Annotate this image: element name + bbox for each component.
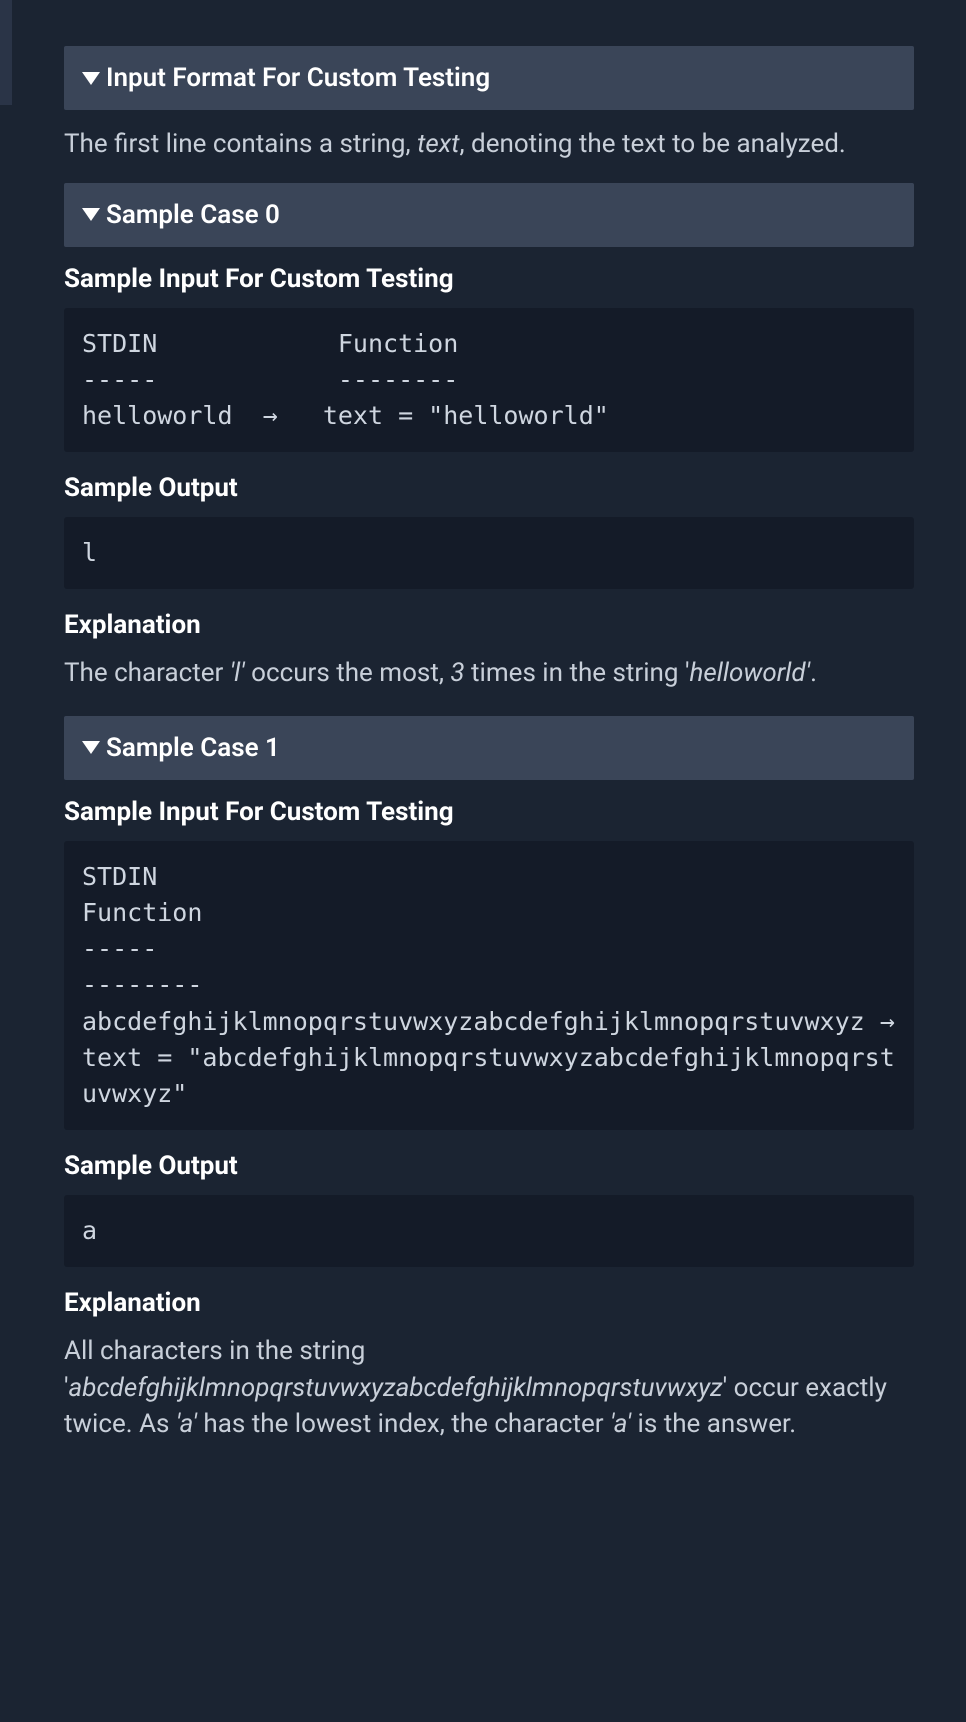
caret-down-icon — [82, 72, 100, 85]
explanation-text: The character 'l' occurs the most, 3 tim… — [64, 653, 914, 715]
sample-case-0-title: Sample Case 0 — [106, 197, 280, 233]
sample-input-heading: Sample Input For Custom Testing — [64, 780, 914, 840]
explanation-text: All characters in the string 'abcdefghij… — [64, 1331, 914, 1466]
sample-input-code: STDIN Function ----- -------- abcdefghij… — [64, 841, 914, 1131]
sample-case-0-header[interactable]: Sample Case 0 — [64, 183, 914, 247]
sample-output-heading: Sample Output — [64, 456, 914, 516]
input-format-title: Input Format For Custom Testing — [106, 60, 490, 96]
caret-down-icon — [82, 741, 100, 754]
input-format-header[interactable]: Input Format For Custom Testing — [64, 46, 914, 110]
sample-case-1-header[interactable]: Sample Case 1 — [64, 716, 914, 780]
caret-down-icon — [82, 208, 100, 221]
problem-description-panel: Input Format For Custom Testing The firs… — [12, 0, 966, 1506]
sample-output-code: l — [64, 517, 914, 589]
sample-output-code: a — [64, 1195, 914, 1267]
sample-output-heading: Sample Output — [64, 1134, 914, 1194]
sample-case-1-title: Sample Case 1 — [106, 730, 280, 766]
sample-input-code: STDIN Function ----- -------- helloworld… — [64, 308, 914, 453]
explanation-heading: Explanation — [64, 593, 914, 653]
left-panel-edge — [0, 0, 12, 105]
input-format-description: The first line contains a string, text, … — [64, 110, 914, 182]
sample-input-heading: Sample Input For Custom Testing — [64, 247, 914, 307]
explanation-heading: Explanation — [64, 1271, 914, 1331]
